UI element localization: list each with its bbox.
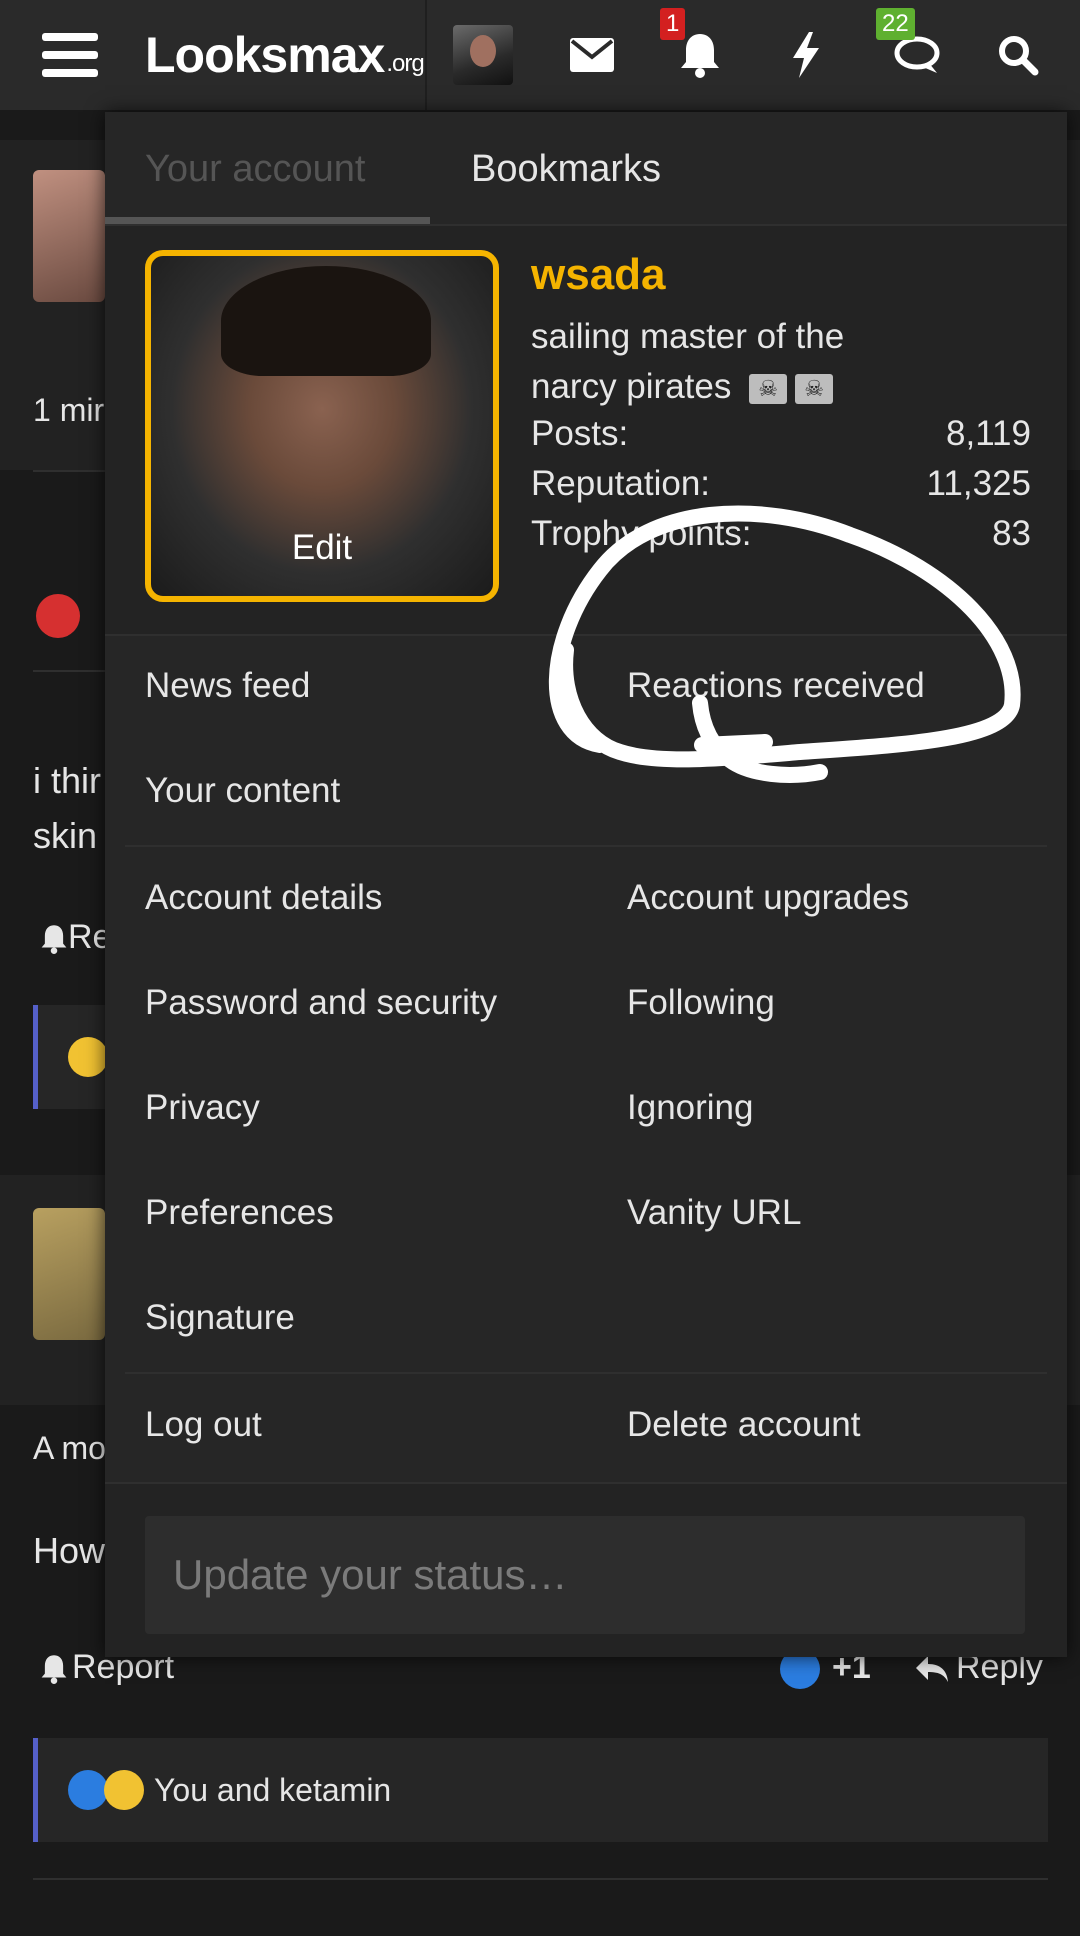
bell-icon: [41, 925, 67, 955]
account-dropdown: Your account Bookmarks Edit wsada sailin…: [105, 112, 1067, 1657]
bell-icon: [41, 1655, 67, 1685]
tab-indicator: [105, 217, 430, 224]
post-body-line-1: i thir: [33, 760, 102, 801]
post-body-line: How: [33, 1530, 106, 1571]
profile-avatar[interactable]: Edit: [145, 250, 499, 602]
account-avatar-button[interactable]: [452, 0, 514, 110]
status-update-area: [105, 1482, 1067, 1657]
report-link-partial[interactable]: Re: [40, 918, 111, 957]
menu-privacy[interactable]: Privacy: [145, 1088, 260, 1128]
stat-value[interactable]: 83: [992, 514, 1031, 554]
alerts-count-badge: 1: [660, 8, 686, 40]
menu-ignoring[interactable]: Ignoring: [627, 1088, 753, 1128]
logo-suffix: .org: [386, 50, 424, 77]
crying-laughing-emoji-icon: [104, 1770, 144, 1810]
menu-account-upgrades[interactable]: Account upgrades: [627, 878, 909, 918]
conversations-count-badge: 22: [876, 8, 915, 40]
divider: [33, 1878, 1048, 1880]
post-time: 1 mir: [33, 392, 105, 428]
tab-bookmarks[interactable]: Bookmarks: [471, 112, 661, 226]
menu-reactions-received[interactable]: Reactions received: [627, 666, 925, 706]
lightning-icon[interactable]: [774, 0, 838, 110]
menu-following[interactable]: Following: [627, 983, 775, 1023]
menu-account-details[interactable]: Account details: [145, 878, 382, 918]
user-title: sailing master of the narcy pirates ☠ ☠: [531, 312, 931, 412]
menu-signature[interactable]: Signature: [145, 1298, 295, 1338]
menu-delete-account[interactable]: Delete account: [627, 1405, 860, 1445]
username[interactable]: wsada: [531, 250, 666, 300]
avatar: [453, 25, 513, 85]
avatar-hair: [221, 266, 431, 376]
divider: [125, 1372, 1047, 1374]
reactions-summary-text: You and ketamin: [154, 1771, 392, 1808]
edit-avatar-button[interactable]: Edit: [151, 528, 493, 568]
envelope-icon[interactable]: [560, 0, 624, 110]
stat-label: Reputation:: [531, 464, 711, 503]
site-logo[interactable]: Looksmax .org: [145, 0, 425, 110]
angry-emoji-icon: [36, 594, 80, 638]
tab-your-account[interactable]: Your account: [145, 112, 365, 226]
avatar[interactable]: [33, 170, 105, 302]
reply-arrow-icon: [916, 1656, 948, 1683]
pirate-flag-icon: ☠: [749, 373, 788, 404]
menu-preferences[interactable]: Preferences: [145, 1193, 334, 1233]
menu-your-content[interactable]: Your content: [145, 771, 340, 811]
menu-icon[interactable]: [30, 0, 110, 110]
menu-news-feed[interactable]: News feed: [145, 666, 310, 706]
stat-label: Posts:: [531, 414, 629, 453]
stat-reputation: Reputation: 11,325: [531, 464, 1031, 504]
header-divider: [425, 0, 427, 110]
post-body-line-2: skin: [33, 815, 98, 856]
menu-vanity-url[interactable]: Vanity URL: [627, 1193, 801, 1233]
dropdown-tabs: Your account Bookmarks: [105, 112, 1067, 226]
stat-label: Trophy points:: [531, 514, 752, 553]
top-navigation-bar: Looksmax .org 1 22: [0, 0, 1080, 110]
reaction-summary-bar[interactable]: You and ketamin: [33, 1738, 1048, 1842]
menu-log-out[interactable]: Log out: [145, 1405, 262, 1445]
menu-password-security[interactable]: Password and security: [145, 983, 497, 1023]
pirate-flag-icon: ☠: [795, 373, 834, 404]
post-body-line: A mo: [33, 1430, 106, 1466]
stat-value[interactable]: 8,119: [946, 414, 1031, 454]
thumbs-up-icon: [68, 1770, 108, 1810]
stat-value[interactable]: 11,325: [927, 464, 1031, 504]
stat-posts: Posts: 8,119: [531, 414, 1031, 454]
logo-text: Looksmax: [145, 27, 385, 83]
divider: [125, 845, 1047, 847]
search-icon[interactable]: [982, 0, 1054, 110]
crying-laughing-emoji-icon: [68, 1037, 108, 1077]
avatar[interactable]: [33, 1208, 105, 1340]
stat-trophy-points: Trophy points: 83: [531, 514, 1031, 554]
status-input[interactable]: [145, 1516, 1025, 1634]
